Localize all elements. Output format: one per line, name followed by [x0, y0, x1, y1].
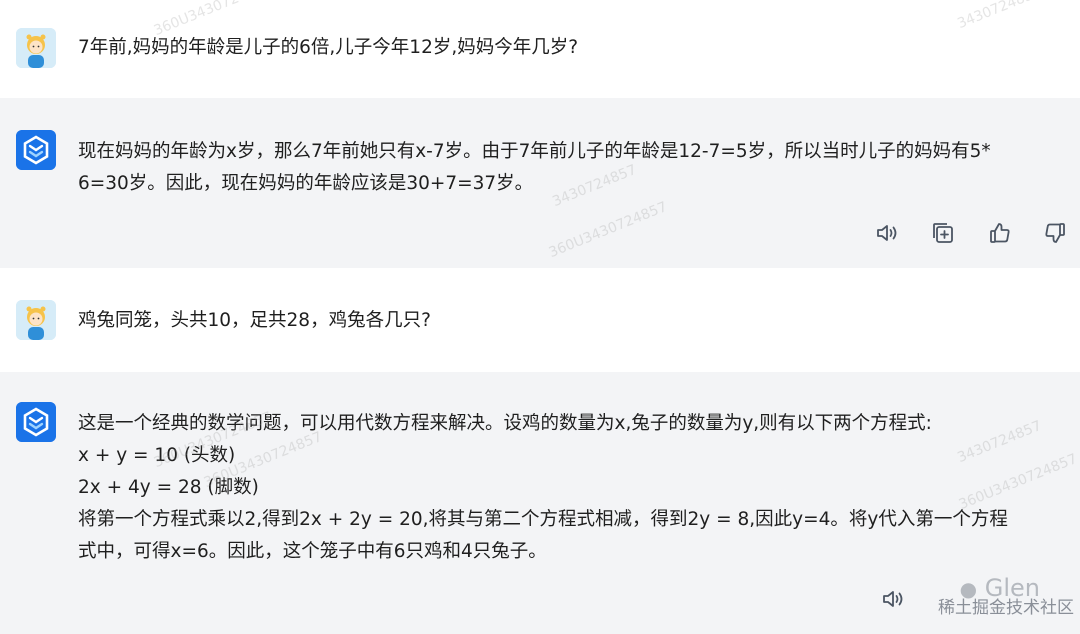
user-message-text: 7年前,妈妈的年龄是儿子的6倍,儿子今年12岁,妈妈今年几岁?: [78, 32, 1040, 64]
thumbs-up-icon: [990, 223, 1010, 243]
thumbs-down-icon: [1045, 223, 1065, 243]
user-message-row: 鸡兔同笼，头共10，足共28，鸡兔各几只?: [0, 268, 1080, 372]
message-line: 2x + 4y = 28 (脚数): [78, 477, 259, 498]
message-line: 式中，可得x=6。因此，这个笼子中有6只鸡和4只兔子。: [78, 541, 547, 562]
message-line: 现在妈妈的年龄为x岁，那么7年前她只有x-7岁。由于7年前儿子的年龄是12-7=…: [78, 141, 991, 162]
message-line: 6=30岁。因此，现在妈妈的年龄应该是30+7=37岁。: [78, 173, 534, 194]
chat-page: 7年前,妈妈的年龄是儿子的6倍,儿子今年12岁,妈妈今年几岁? 现在妈妈的年龄为…: [0, 0, 1080, 634]
community-name: 稀土掘金技术社区: [938, 598, 1074, 618]
assistant-avatar: [16, 402, 56, 442]
message-line: 7年前,妈妈的年龄是儿子的6倍,儿子今年12岁,妈妈今年几岁?: [78, 37, 579, 58]
user-message-text: 鸡兔同笼，头共10，足共28，鸡兔各几只?: [78, 305, 1040, 337]
user-avatar: [16, 300, 56, 340]
read-aloud-button[interactable]: [874, 220, 900, 246]
assistant-message-text: 现在妈妈的年龄为x岁，那么7年前她只有x-7岁。由于7年前儿子的年龄是12-7=…: [78, 136, 1040, 200]
read-aloud-button[interactable]: [880, 586, 906, 612]
dislike-button[interactable]: [1042, 220, 1068, 246]
assistant-logo-icon: [16, 402, 56, 442]
cartoon-girl-avatar: [16, 300, 56, 340]
assistant-message-row: 现在妈妈的年龄为x岁，那么7年前她只有x-7岁。由于7年前儿子的年龄是12-7=…: [0, 98, 1080, 268]
user-avatar: [16, 28, 56, 68]
copy-button[interactable]: [930, 220, 956, 246]
message-line: 鸡兔同笼，头共10，足共28，鸡兔各几只?: [78, 310, 431, 331]
assistant-message-text: 这是一个经典的数学问题，可以用代数方程来解决。设鸡的数量为x,兔子的数量为y,则…: [78, 408, 1040, 568]
message-line: x + y = 10 (头数): [78, 445, 236, 466]
cartoon-girl-avatar: [16, 28, 56, 68]
message-line: 这是一个经典的数学问题，可以用代数方程来解决。设鸡的数量为x,兔子的数量为y,则…: [78, 413, 932, 434]
assistant-message-row: 这是一个经典的数学问题，可以用代数方程来解决。设鸡的数量为x,兔子的数量为y,则…: [0, 372, 1080, 634]
speaker-icon: [877, 225, 897, 241]
speaker-icon: [883, 591, 903, 607]
message-actions: [874, 220, 1074, 246]
like-button[interactable]: [987, 220, 1013, 246]
community-watermark: 稀土掘金技术社区: [938, 593, 1074, 618]
user-message-row: 7年前,妈妈的年龄是儿子的6倍,儿子今年12岁,妈妈今年几岁?: [0, 0, 1080, 98]
assistant-avatar: [16, 130, 56, 170]
copy-icon: [933, 223, 953, 243]
message-line: 将第一个方程式乘以2,得到2x + 2y = 20,将其与第二个方程式相减，得到…: [78, 509, 1008, 530]
assistant-logo-icon: [16, 130, 56, 170]
